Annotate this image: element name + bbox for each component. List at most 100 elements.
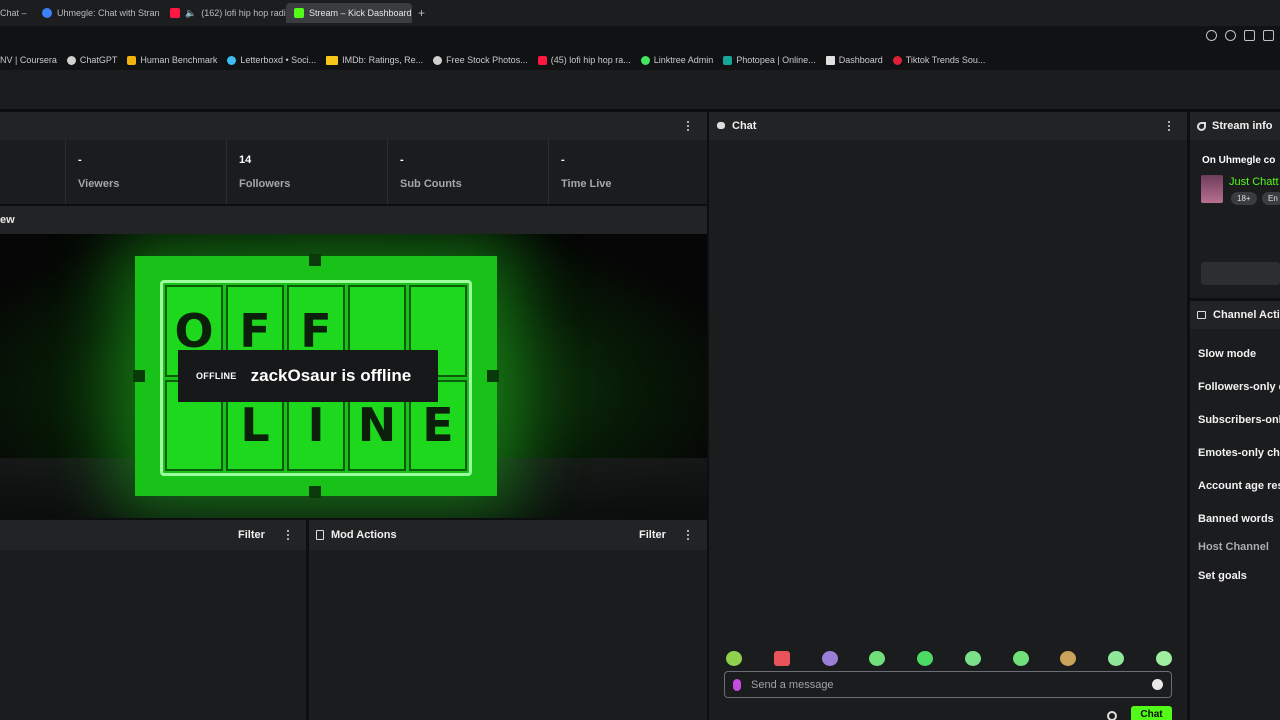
bookmarks-bar: NV | Coursera ChatGPT Human Benchmark Le… — [0, 50, 1280, 70]
bookmark-photopea[interactable]: Photopea | Online... — [723, 55, 816, 65]
channel-actions-title: Channel Actio — [1213, 309, 1280, 321]
pexels-icon — [433, 55, 443, 65]
emoji-icon[interactable] — [1225, 30, 1236, 41]
offline-message: zackOsaur is offline — [250, 366, 412, 385]
bottom-left-panel — [0, 550, 306, 720]
stream-info-title: Stream info — [1212, 120, 1273, 132]
bookmark-chatgpt[interactable]: ChatGPT — [66, 55, 117, 65]
bottom-left-panel-header: Filter — [0, 520, 306, 550]
uhmegle-favicon-icon — [42, 8, 52, 18]
zoom-out-icon[interactable] — [1206, 30, 1217, 41]
emote-icon[interactable] — [773, 651, 790, 666]
preview-panel-header: ew — [0, 206, 707, 234]
bookmark-lofi[interactable]: (45) lofi hip hop ra... — [537, 55, 631, 65]
channel-actions-header: Channel Actio — [1190, 301, 1280, 329]
imdb-icon — [326, 55, 339, 65]
banned-words[interactable]: Banned words — [1198, 513, 1274, 525]
panel-menu-icon[interactable] — [283, 530, 293, 540]
browser-tab-uhmegle[interactable]: Uhmegle: Chat with Stran — [34, 3, 162, 23]
stream-preview[interactable]: O F F L I N E OFFLINE zackOsaur is offli… — [0, 234, 707, 518]
bookmark-dashboard[interactable]: Dashboard — [825, 55, 883, 65]
bookmark-imdb[interactable]: IMDb: Ratings, Re... — [326, 55, 423, 65]
bookmark-human-benchmark[interactable]: Human Benchmark — [127, 55, 217, 65]
bookmark-linktree[interactable]: Linktree Admin — [640, 55, 713, 65]
tab-label: (162) lofi hip hop radio — [201, 8, 286, 18]
stat-time-live: - Time Live — [549, 140, 707, 204]
offline-badge: OFFLINE — [196, 371, 237, 381]
chat-menu-icon[interactable] — [1164, 121, 1174, 131]
microphone-icon[interactable] — [733, 678, 741, 691]
tab-label: Chat – — [0, 8, 27, 18]
chat-messages — [709, 140, 1187, 720]
bookmark-coursera[interactable]: NV | Coursera — [0, 55, 57, 65]
mod-actions-menu-icon[interactable] — [683, 530, 693, 540]
emote-icon[interactable] — [726, 651, 742, 666]
edit-stream-info-button[interactable] — [1201, 262, 1280, 285]
bookmark-tiktok-trends[interactable]: Tiktok Trends Sou... — [892, 55, 985, 65]
browser-tab-lofi[interactable]: 🔈 (162) lofi hip hop radio — [162, 3, 286, 23]
mod-actions-filter-button[interactable]: Filter — [639, 529, 666, 541]
letterboxd-icon — [227, 55, 237, 65]
stat-sub-counts: - Sub Counts — [388, 140, 549, 204]
emoji-picker-icon[interactable] — [1152, 679, 1163, 690]
category-thumbnail — [1201, 175, 1223, 203]
extensions-icon[interactable] — [1263, 30, 1274, 41]
mod-actions-header: Mod Actions Filter — [309, 520, 707, 550]
chat-settings-gear-icon[interactable] — [1107, 711, 1117, 720]
viewers-label: Viewers — [78, 178, 120, 190]
account-age-restriction[interactable]: Account age res — [1198, 480, 1280, 492]
sub-counts-label: Sub Counts — [400, 178, 462, 190]
emote-icon[interactable] — [1060, 651, 1077, 666]
slow-mode-toggle[interactable]: Slow mode — [1198, 348, 1256, 360]
tab-label: Stream – Kick Dashboard — [309, 8, 412, 18]
stats-panel: - Viewers 14 Followers - Sub Counts - Ti… — [0, 140, 707, 204]
speaker-icon[interactable]: 🔈 — [185, 8, 196, 19]
linktree-icon — [640, 55, 650, 65]
kick-favicon-icon — [294, 8, 304, 18]
stat-hidden — [0, 140, 66, 204]
stream-title: On Uhmegle co — [1202, 155, 1276, 166]
tag-badge: 18+ — [1231, 192, 1257, 205]
filter-button[interactable]: Filter — [238, 529, 265, 541]
mod-actions-panel — [309, 550, 707, 720]
photopea-icon — [723, 55, 733, 65]
emote-icon[interactable] — [1012, 651, 1029, 666]
chatgpt-icon — [66, 55, 76, 65]
emote-bar — [726, 651, 1172, 669]
emote-icon[interactable] — [1108, 651, 1125, 666]
subscribers-only-toggle[interactable]: Subscribers-onl — [1198, 414, 1280, 426]
bookmark-free-stock-photos[interactable]: Free Stock Photos... — [433, 55, 528, 65]
new-tab-button[interactable]: + — [412, 6, 431, 20]
human-benchmark-icon — [127, 55, 137, 65]
mod-actions-icon — [316, 530, 324, 540]
browser-tab-chat[interactable]: Chat – — [0, 3, 34, 23]
chat-message-input[interactable] — [751, 678, 1142, 691]
emote-icon[interactable] — [821, 651, 838, 666]
chat-message-box — [724, 671, 1172, 698]
set-goals[interactable]: Set goals — [1198, 570, 1247, 582]
followers-only-toggle[interactable]: Followers-only c — [1198, 381, 1280, 393]
browser-tab-kick-dashboard[interactable]: Stream – Kick Dashboard — [286, 3, 412, 23]
emote-icon[interactable] — [917, 651, 934, 666]
viewers-value: - — [78, 154, 82, 166]
host-channel[interactable]: Host Channel — [1198, 541, 1269, 553]
browser-toolbar — [0, 26, 1280, 50]
emotes-only-toggle[interactable]: Emotes-only cha — [1198, 447, 1280, 459]
stats-menu-icon[interactable] — [683, 121, 693, 131]
youtube-icon — [537, 55, 547, 65]
bookmark-letterboxd[interactable]: Letterboxd • Soci... — [227, 55, 316, 65]
chat-title: Chat — [732, 120, 757, 132]
send-chat-button[interactable]: Chat — [1131, 706, 1172, 720]
tag-badge: En — [1262, 192, 1280, 205]
stat-followers: 14 Followers — [227, 140, 388, 204]
kick-app-header — [0, 70, 1280, 110]
bookmark-icon[interactable] — [1244, 30, 1255, 41]
preview-title: ew — [0, 214, 15, 226]
emote-icon[interactable] — [869, 651, 886, 666]
emote-icon[interactable] — [964, 651, 981, 666]
emote-icon[interactable] — [1155, 651, 1172, 666]
stream-category-link[interactable]: Just Chatt — [1229, 176, 1279, 188]
followers-label: Followers — [239, 178, 291, 190]
time-live-value: - — [561, 154, 565, 166]
stats-panel-header — [0, 112, 707, 140]
